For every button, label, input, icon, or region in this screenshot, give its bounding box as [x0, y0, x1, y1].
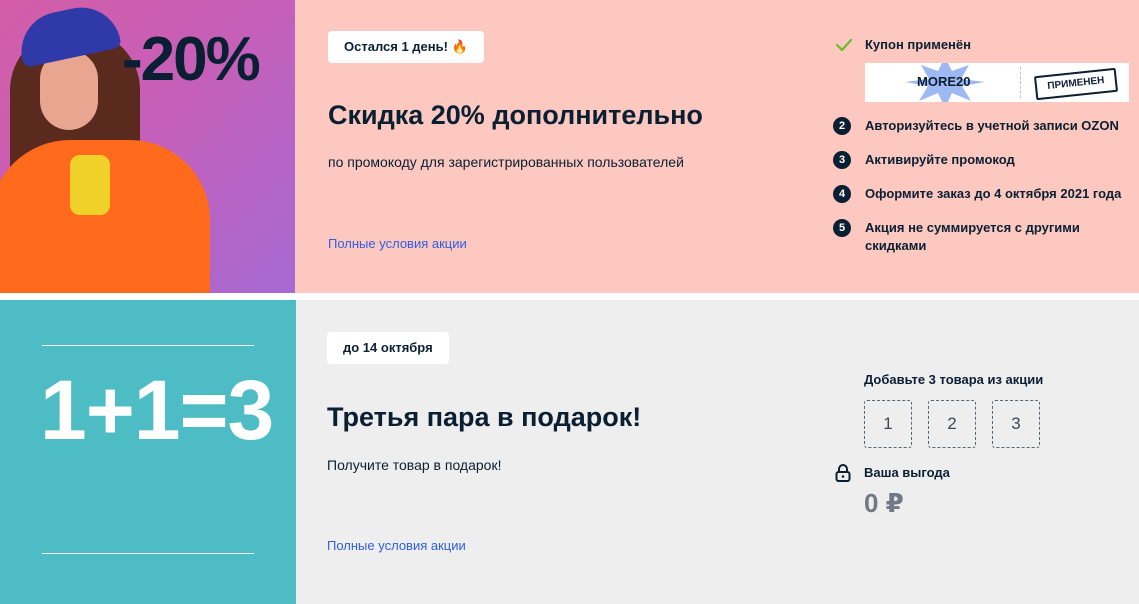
promo-title: Скидка 20% дополнительно	[328, 100, 703, 130]
step-label: Оформите заказ до 4 октября 2021 года	[865, 186, 1122, 201]
promo-subtitle: Получите товар в подарок!	[327, 457, 502, 473]
step-label: Активируйте промокод	[865, 152, 1015, 167]
deadline-badge: до 14 октября	[327, 332, 449, 364]
step-number: 3	[833, 151, 851, 169]
promo-card-discount: -20% Остался 1 день! 🔥 Скидка 20% дополн…	[0, 0, 1139, 293]
equation-text: 1+1=3	[40, 363, 274, 457]
promo-image-equation: 1+1=3	[0, 300, 296, 604]
illustration-shirt	[70, 155, 110, 215]
item-slot-3[interactable]: 3	[992, 400, 1040, 448]
step-number: 2	[833, 117, 851, 135]
benefit-label: Ваша выгода	[864, 465, 950, 480]
step-number: 5	[833, 219, 851, 237]
step-label: Авторизуйтесь в учетной записи OZON	[865, 118, 1119, 133]
promo-image-woman: -20%	[0, 0, 295, 293]
benefit-value: 0 ₽	[864, 488, 904, 518]
promo-title: Третья пара в подарок!	[327, 402, 642, 432]
full-terms-link[interactable]: Полные условия акции	[328, 236, 467, 251]
promo-card-third-pair: 1+1=3 до 14 октября Третья пара в подаро…	[0, 300, 1139, 604]
days-left-badge: Остался 1 день! 🔥	[328, 31, 484, 63]
checkmark-icon	[836, 38, 852, 52]
promo-subtitle: по промокоду для зарегистрированных поль…	[328, 154, 684, 170]
divider-line-bottom	[42, 553, 254, 554]
coupon-divider	[1020, 67, 1021, 98]
lock-icon	[835, 464, 851, 482]
discount-percent-text: -20%	[122, 25, 261, 94]
coupon-ticket[interactable]: MORE20 ПРИМЕНЕН	[865, 63, 1129, 102]
step-label: Акция не суммируется с другими скидками	[865, 220, 1080, 253]
divider-line-top	[42, 345, 254, 346]
add-items-label: Добавьте 3 товара из акции	[864, 372, 1044, 387]
applied-stamp: ПРИМЕНЕН	[1033, 67, 1119, 101]
full-terms-link[interactable]: Полные условия акции	[327, 538, 466, 553]
item-slot-2[interactable]: 2	[928, 400, 976, 448]
coupon-status: Купон применён	[865, 37, 971, 52]
item-slot-1[interactable]: 1	[864, 400, 912, 448]
coupon-code: MORE20	[917, 74, 971, 89]
step-number: 4	[833, 185, 851, 203]
